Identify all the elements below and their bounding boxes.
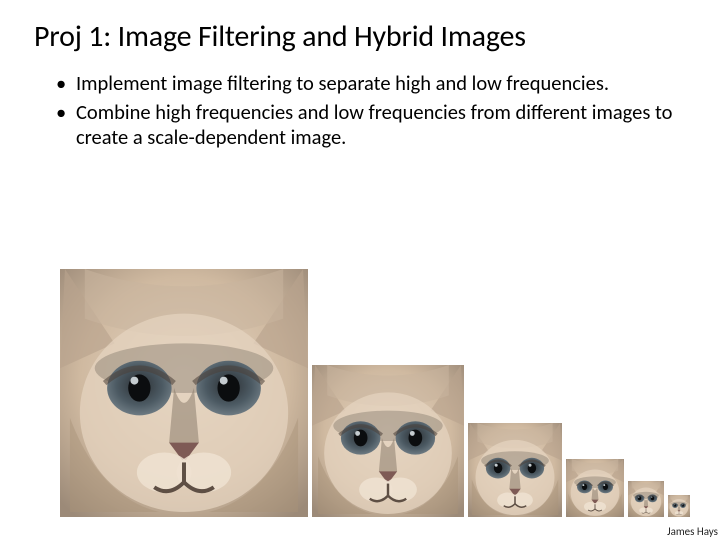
hybrid-image-pyramid xyxy=(60,269,710,517)
hybrid-image xyxy=(628,481,664,517)
hybrid-image xyxy=(60,269,308,517)
hybrid-image xyxy=(468,423,562,517)
hybrid-image xyxy=(312,365,464,517)
slide-title: Proj 1: Image Filtering and Hybrid Image… xyxy=(34,18,686,55)
bullet-item: Combine high frequencies and low frequen… xyxy=(56,100,686,150)
credit-text: James Hays xyxy=(667,525,718,538)
bullet-list: Implement image filtering to separate hi… xyxy=(34,71,686,150)
bullet-item: Implement image filtering to separate hi… xyxy=(56,71,686,96)
hybrid-image xyxy=(566,459,624,517)
hybrid-image xyxy=(668,495,690,517)
